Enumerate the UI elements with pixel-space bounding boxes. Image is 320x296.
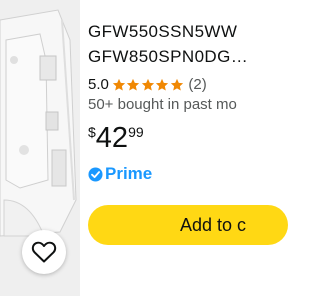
price-fraction: 99	[128, 124, 144, 140]
bought-in-past-month: 50+ bought in past mo	[88, 96, 237, 113]
product-title[interactable]: GFW550SSN5WW GFW850SPN0DG…	[88, 19, 288, 69]
prime-label: Prime	[105, 164, 153, 183]
star-icon	[112, 78, 125, 91]
star-rating	[112, 78, 185, 92]
wishlist-button[interactable]	[22, 230, 66, 274]
star-icon	[127, 78, 140, 91]
product-image-panel[interactable]	[0, 0, 80, 296]
star-icon	[156, 78, 169, 91]
rating-count[interactable]: (2)	[188, 76, 206, 93]
add-to-cart-button[interactable]: Add to c	[88, 205, 288, 245]
star-icon	[170, 78, 183, 91]
title-line-2[interactable]: GFW850SPN0DG…	[88, 47, 248, 66]
rating-value: 5.0	[88, 76, 109, 93]
rating-row[interactable]: 5.0 (2)	[88, 76, 207, 93]
price-whole: 42	[95, 122, 129, 154]
prime-check-icon	[88, 166, 103, 182]
title-line-1[interactable]: GFW550SSN5WW	[88, 22, 237, 41]
heart-icon	[31, 241, 57, 263]
prime-badge: Prime	[88, 164, 152, 184]
star-icon	[141, 78, 154, 91]
price-symbol: $	[88, 124, 96, 140]
price: $4299	[88, 120, 144, 156]
